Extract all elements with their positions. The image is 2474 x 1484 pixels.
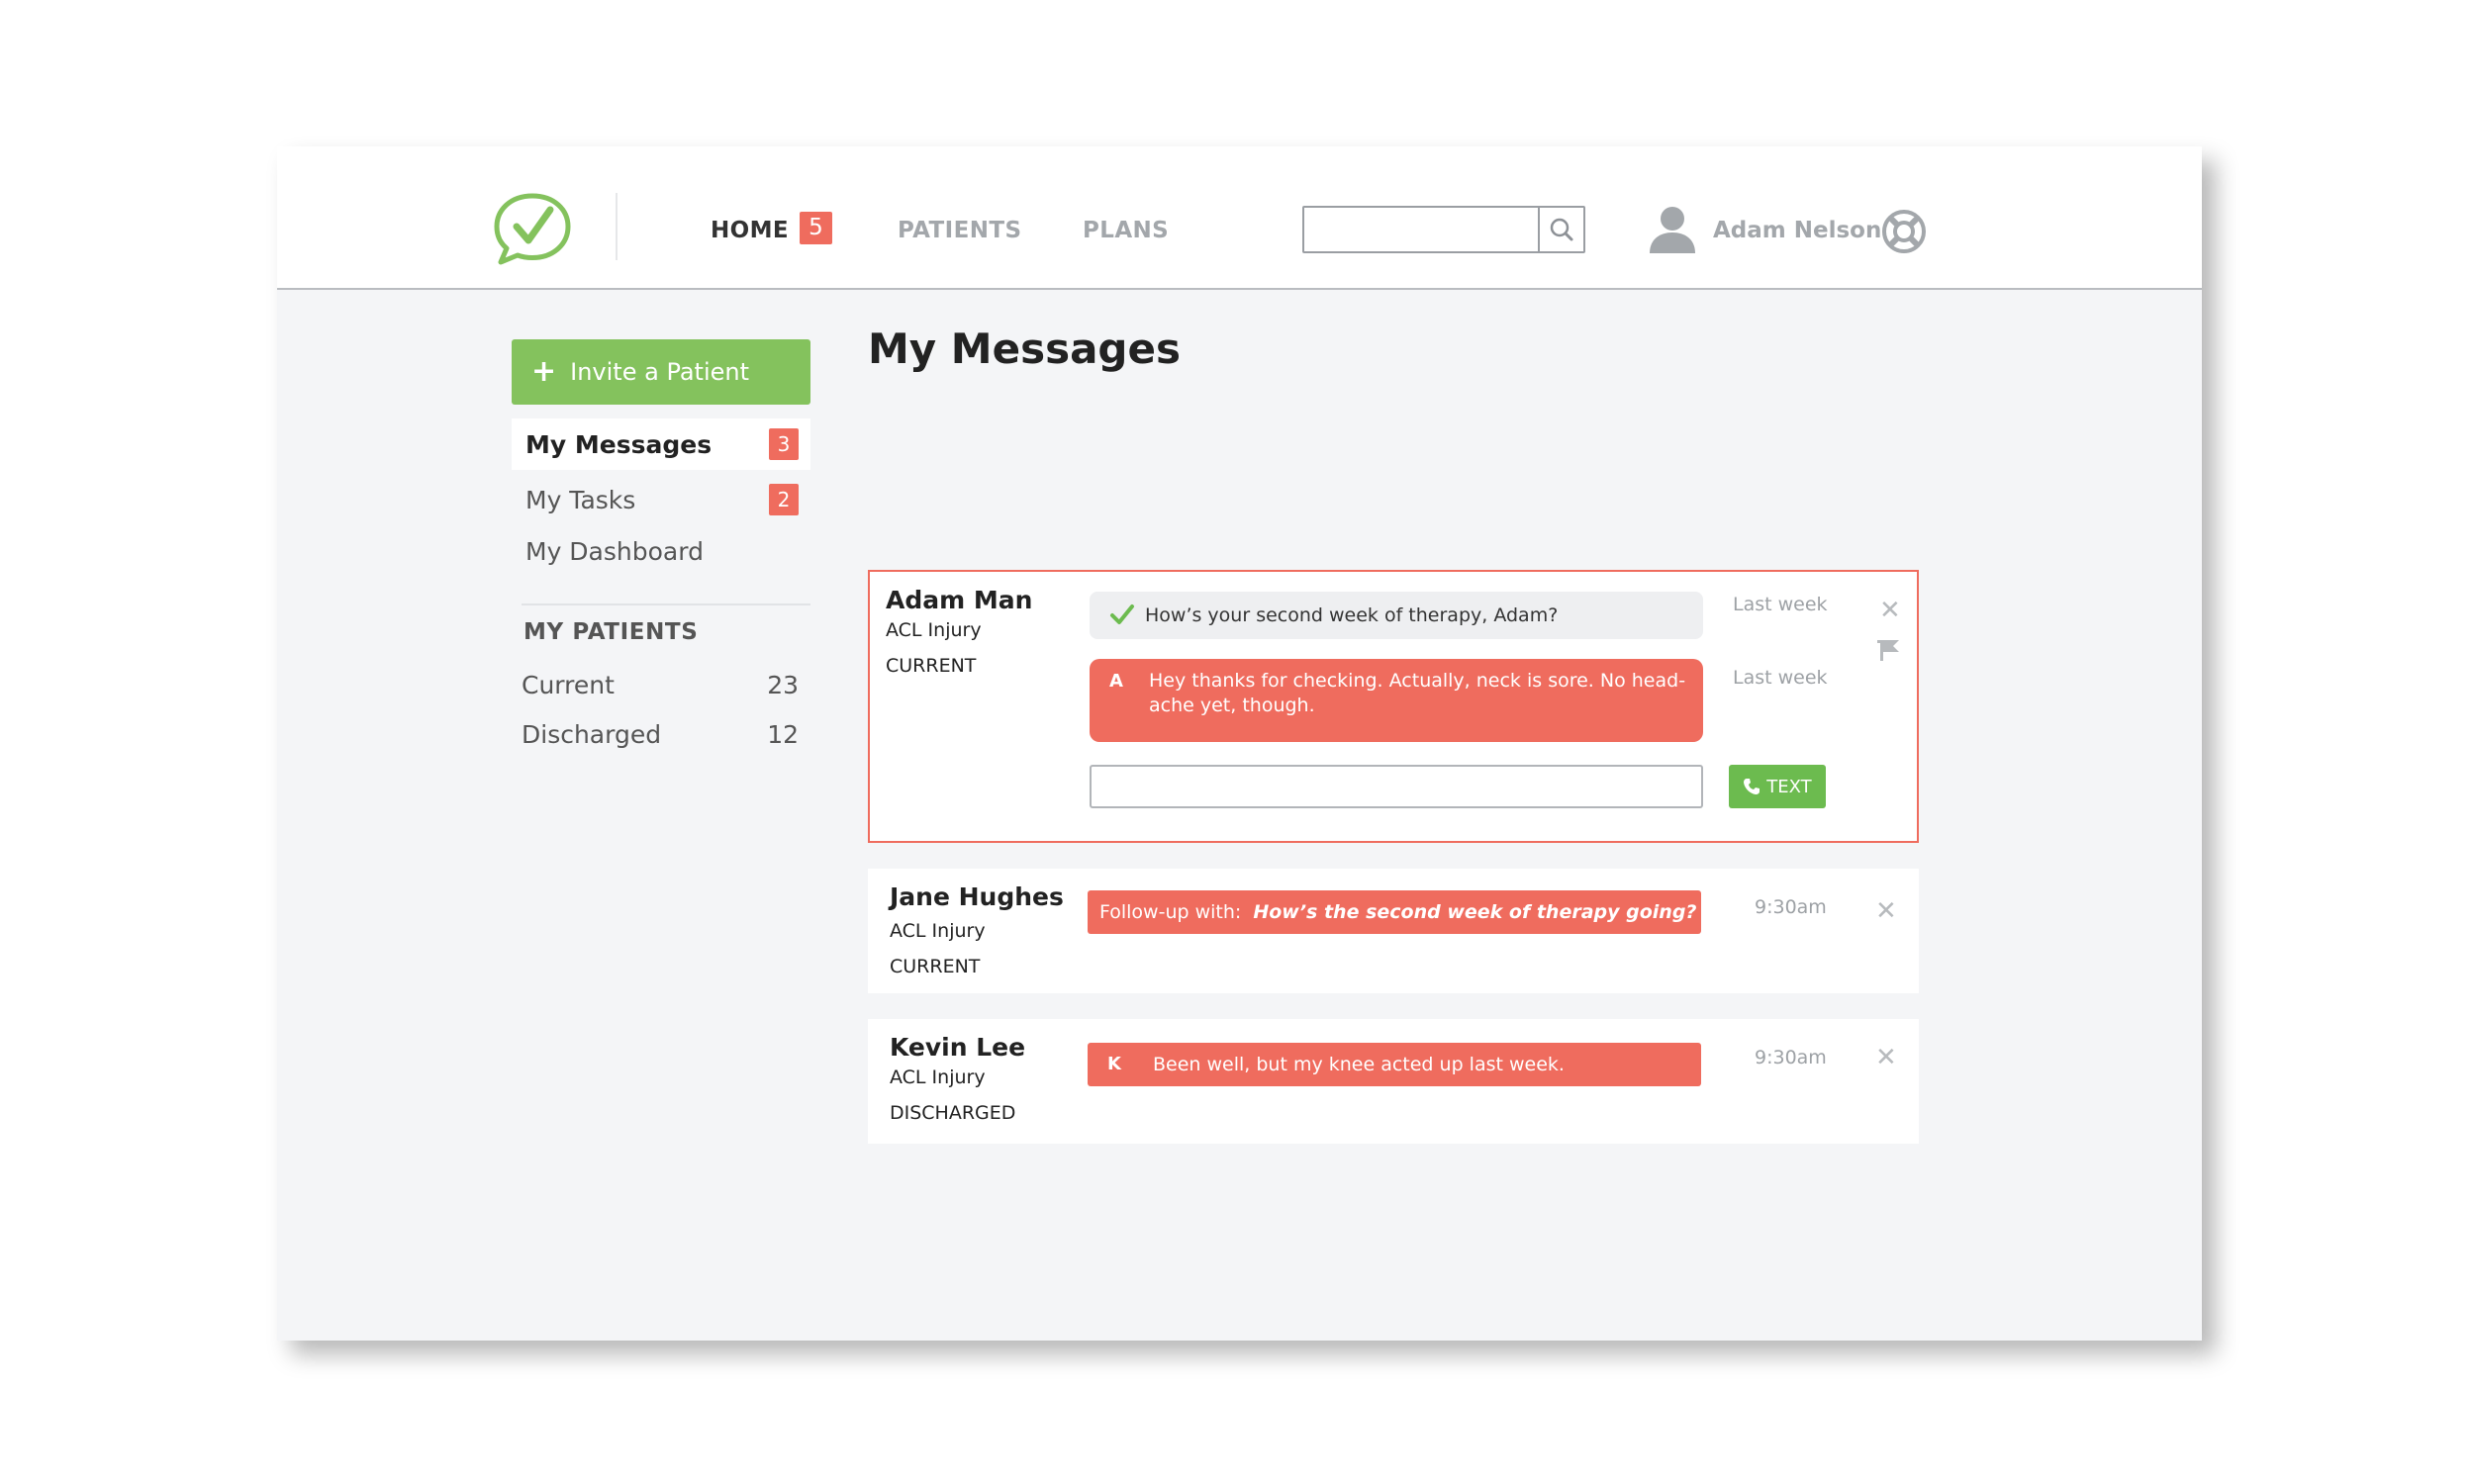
patient-condition: ACL Injury bbox=[890, 1067, 986, 1088]
my-patients-heading: MY PATIENTS bbox=[523, 619, 699, 645]
send-text-label: TEXT bbox=[1766, 776, 1812, 797]
message-timestamp: Last week bbox=[1733, 594, 1828, 615]
tasks-count-badge: 2 bbox=[769, 484, 799, 515]
received-message-bubble: A Hey thanks for checking. Actually, nec… bbox=[1090, 659, 1703, 742]
patients-filter-label: Current bbox=[522, 671, 615, 699]
messages-count-badge: 3 bbox=[769, 428, 799, 460]
sent-message-bubble: How’s your second week of therapy, Adam? bbox=[1090, 592, 1703, 639]
nav-plans[interactable]: PLANS bbox=[1083, 218, 1169, 243]
plus-icon: + bbox=[531, 354, 557, 389]
sender-initial: K bbox=[1107, 1054, 1121, 1074]
reply-input[interactable] bbox=[1090, 765, 1703, 808]
patient-name[interactable]: Jane Hughes bbox=[890, 882, 1064, 911]
message-card-adam-man[interactable]: Adam Man ACL Injury CURRENT How’s your s… bbox=[868, 570, 1919, 843]
close-icon[interactable]: ✕ bbox=[1879, 598, 1901, 623]
patient-condition: ACL Injury bbox=[890, 920, 986, 942]
patients-count: 23 bbox=[767, 671, 799, 699]
search-box bbox=[1302, 206, 1585, 253]
patient-status: DISCHARGED bbox=[890, 1102, 1016, 1124]
patient-name[interactable]: Adam Man bbox=[886, 586, 1032, 614]
sidebar-item-my-messages[interactable]: My Messages 3 bbox=[512, 418, 810, 470]
user-name[interactable]: Adam Nelson bbox=[1713, 218, 1881, 243]
user-icon[interactable] bbox=[1648, 204, 1697, 255]
patients-filter-label: Discharged bbox=[522, 720, 662, 749]
send-text-button[interactable]: TEXT bbox=[1729, 765, 1826, 808]
invite-patient-button[interactable]: + Invite a Patient bbox=[512, 339, 810, 405]
sidebar-item-label: My Tasks bbox=[525, 485, 636, 514]
close-icon[interactable]: ✕ bbox=[1875, 1045, 1897, 1070]
patients-filter-discharged[interactable]: Discharged 12 bbox=[522, 720, 799, 749]
message-timestamp: Last week bbox=[1733, 667, 1828, 689]
follow-up-prefix: Follow-up with: bbox=[1099, 901, 1242, 923]
speech-bubble-checkmark-icon[interactable] bbox=[491, 190, 574, 267]
received-message-bubble: K Been well, but my knee acted up last w… bbox=[1088, 1043, 1701, 1086]
message-card-jane-hughes[interactable]: Jane Hughes ACL Injury CURRENT Follow-up… bbox=[868, 869, 1919, 993]
page-title: My Messages bbox=[868, 325, 1181, 373]
patient-status: CURRENT bbox=[890, 956, 981, 977]
app-window: HOME 5 PATIENTS PLANS Adam Nelson + Invi… bbox=[277, 146, 2202, 1341]
invite-patient-label: Invite a Patient bbox=[570, 358, 750, 386]
patients-filter-current[interactable]: Current 23 bbox=[522, 671, 799, 699]
search-icon bbox=[1550, 218, 1573, 241]
sidebar-item-label: My Messages bbox=[525, 429, 713, 459]
follow-up-text: How’s the second week of therapy going? bbox=[1253, 901, 1697, 923]
patient-condition: ACL Injury bbox=[886, 619, 982, 641]
lifebuoy-icon[interactable] bbox=[1880, 208, 1928, 255]
sender-initial: A bbox=[1109, 671, 1123, 692]
nav-patients[interactable]: PATIENTS bbox=[898, 218, 1021, 243]
search-button[interactable] bbox=[1538, 208, 1583, 251]
checkmark-icon bbox=[1110, 604, 1134, 624]
patient-name[interactable]: Kevin Lee bbox=[890, 1033, 1025, 1062]
flag-icon[interactable] bbox=[1875, 637, 1901, 663]
sidebar-item-my-dashboard[interactable]: My Dashboard bbox=[512, 525, 810, 577]
message-timestamp: 9:30am bbox=[1755, 896, 1827, 918]
sidebar-item-my-tasks[interactable]: My Tasks 2 bbox=[512, 474, 810, 525]
top-navigation-bar: HOME 5 PATIENTS PLANS Adam Nelson bbox=[277, 146, 2202, 290]
message-text: Been well, but my knee acted up last wee… bbox=[1153, 1054, 1565, 1075]
sidebar-item-label: My Dashboard bbox=[525, 536, 704, 566]
logo-divider bbox=[616, 193, 618, 260]
message-text-line: Hey thanks for checking. Actually, neck … bbox=[1149, 670, 1686, 692]
patients-count: 12 bbox=[767, 720, 799, 749]
message-card-kevin-lee[interactable]: Kevin Lee ACL Injury DISCHARGED K Been w… bbox=[868, 1019, 1919, 1144]
close-icon[interactable]: ✕ bbox=[1875, 898, 1897, 924]
nav-home[interactable]: HOME bbox=[711, 218, 789, 243]
message-text: How’s your second week of therapy, Adam? bbox=[1145, 604, 1559, 626]
phone-icon bbox=[1744, 779, 1760, 794]
search-input[interactable] bbox=[1304, 208, 1542, 251]
message-timestamp: 9:30am bbox=[1755, 1047, 1827, 1068]
follow-up-bubble: Follow-up with: How’s the second week of… bbox=[1088, 890, 1701, 934]
patient-status: CURRENT bbox=[886, 655, 977, 677]
home-notification-badge: 5 bbox=[800, 212, 832, 244]
message-text-line: ache yet, though. bbox=[1149, 695, 1315, 716]
sidebar-divider bbox=[522, 603, 810, 605]
